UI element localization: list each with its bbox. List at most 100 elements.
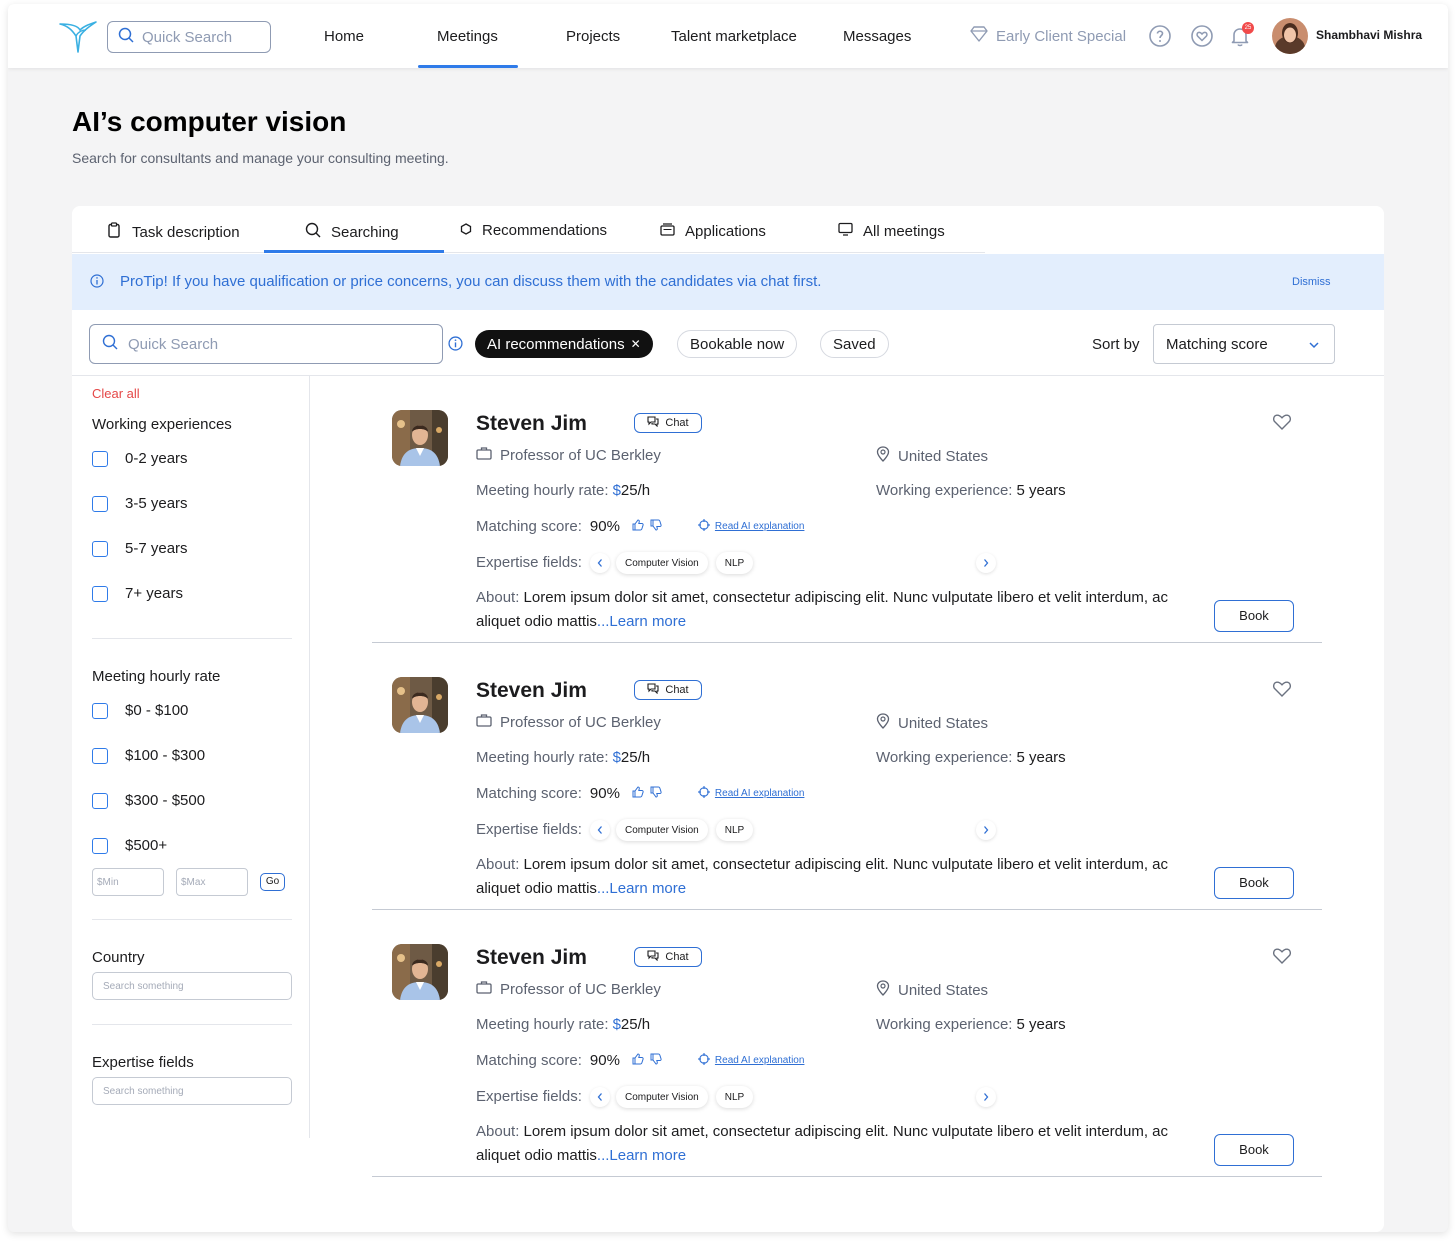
expertise-tag[interactable]: NLP (715, 1086, 754, 1108)
chevron-right-icon[interactable] (976, 820, 996, 840)
country-search-input[interactable]: Search something (92, 972, 292, 1000)
consultant-name[interactable]: Steven Jim (476, 946, 587, 970)
promo-label: Early Client Special (996, 27, 1127, 45)
tab-all-meetings[interactable]: All meetings (838, 222, 945, 240)
checkbox[interactable] (92, 495, 108, 512)
chevron-right-icon[interactable] (976, 553, 996, 573)
read-ai-explanation-link[interactable]: Read AI explanation (715, 788, 805, 799)
checkbox[interactable] (92, 837, 108, 854)
checkbox[interactable] (92, 585, 108, 602)
chat-button[interactable]: Chat (634, 413, 702, 433)
diamond-icon (970, 26, 988, 46)
consultant-photo[interactable] (392, 410, 448, 466)
tab-applications[interactable]: Applications (660, 222, 766, 240)
rate-option[interactable]: $0 - $100 (92, 702, 188, 719)
tab-searching[interactable]: Searching (305, 222, 399, 242)
rate-value: 25/h (620, 749, 651, 766)
thumbs-up-icon[interactable] (632, 785, 644, 802)
rate-label: Meeting hourly rate: (476, 482, 609, 499)
rate-option[interactable]: $100 - $300 (92, 747, 205, 764)
save-heart-icon[interactable] (1272, 413, 1292, 436)
checkbox[interactable] (92, 702, 108, 719)
chat-button[interactable]: Chat (634, 680, 702, 700)
learn-more-link[interactable]: ...Learn more (597, 1147, 686, 1164)
experience-option[interactable]: 0-2 years (92, 450, 188, 467)
about-text: About: Lorem ipsum dolor sit amet, conse… (476, 1120, 1196, 1168)
expertise-tag[interactable]: Computer Vision (616, 1086, 708, 1108)
save-heart-icon[interactable] (1272, 947, 1292, 970)
hummingbird-logo-icon[interactable] (56, 16, 100, 56)
consultant-photo[interactable] (392, 677, 448, 733)
dismiss-link[interactable]: Dismiss (1292, 276, 1331, 288)
nav-messages[interactable]: Messages (843, 28, 911, 45)
thumbs-up-icon[interactable] (632, 1052, 644, 1069)
consultant-card: Steven Jim Chat Professor of UC Berkley … (372, 643, 1322, 910)
monitor-icon (838, 222, 853, 240)
thumbs-down-icon[interactable] (650, 1052, 662, 1069)
chip-bookable-now[interactable]: Bookable now (677, 330, 798, 358)
hourly-rate-row: Meeting hourly rate: $25/h (476, 1016, 650, 1033)
checkbox[interactable] (92, 747, 108, 764)
user-avatar[interactable] (1272, 18, 1308, 54)
expertise-tag[interactable]: NLP (715, 552, 754, 574)
location: United States (898, 447, 989, 465)
nav-meetings[interactable]: Meetings (437, 28, 498, 45)
thumbs-down-icon[interactable] (650, 785, 662, 802)
consultant-name[interactable]: Steven Jim (476, 412, 587, 436)
clear-all-link[interactable]: Clear all (92, 386, 140, 401)
chat-label: Chat (665, 951, 689, 963)
chip-ai-recommendations[interactable]: AI recommendations ✕ (475, 330, 653, 358)
page-title: AI’s computer vision (72, 106, 347, 137)
sort-select[interactable]: Matching score (1153, 324, 1335, 364)
job-title: Professor of UC Berkley (500, 446, 661, 464)
nav-projects[interactable]: Projects (566, 28, 620, 45)
rate-option[interactable]: $300 - $500 (92, 792, 205, 809)
nav-talent-marketplace[interactable]: Talent marketplace (671, 28, 797, 45)
checkbox[interactable] (92, 450, 108, 467)
consultant-name[interactable]: Steven Jim (476, 679, 587, 703)
save-heart-icon[interactable] (1272, 680, 1292, 703)
experience-option[interactable]: 7+ years (92, 585, 183, 602)
option-label: 7+ years (125, 585, 183, 602)
consultant-search-input[interactable]: Quick Search (89, 324, 443, 364)
chevron-right-icon[interactable] (976, 1087, 996, 1107)
tab-recommendations[interactable]: Recommendations (460, 222, 607, 239)
expertise-tag[interactable]: NLP (715, 819, 754, 841)
chevron-left-icon[interactable] (590, 1087, 610, 1107)
expertise-search-input[interactable]: Search something (92, 1077, 292, 1105)
chip-saved[interactable]: Saved (820, 330, 889, 358)
user-name[interactable]: Shambhavi Mishra (1316, 28, 1422, 42)
checkbox[interactable] (92, 540, 108, 557)
go-button[interactable]: Go (260, 873, 285, 891)
expertise-tag[interactable]: Computer Vision (616, 819, 708, 841)
help-icon[interactable] (1148, 24, 1172, 48)
min-rate-input[interactable]: $Min (92, 868, 164, 896)
experience-option[interactable]: 5-7 years (92, 540, 188, 557)
learn-more-link[interactable]: ...Learn more (597, 613, 686, 630)
book-button[interactable]: Book (1214, 1134, 1294, 1166)
book-button[interactable]: Book (1214, 867, 1294, 899)
chevron-left-icon[interactable] (590, 820, 610, 840)
global-search-input[interactable]: Quick Search (107, 21, 271, 53)
checkbox[interactable] (92, 792, 108, 809)
consultant-photo[interactable] (392, 944, 448, 1000)
learn-more-link[interactable]: ...Learn more (597, 880, 686, 897)
search-info-icon[interactable] (448, 336, 463, 356)
chevron-left-icon[interactable] (590, 553, 610, 573)
nav-home[interactable]: Home (324, 28, 364, 45)
hourly-rate-row: Meeting hourly rate: $25/h (476, 749, 650, 766)
experience-option[interactable]: 3-5 years (92, 495, 188, 512)
tab-task-description[interactable]: Task description (106, 222, 240, 242)
book-button[interactable]: Book (1214, 600, 1294, 632)
close-icon[interactable]: ✕ (631, 337, 641, 351)
early-client-special-link[interactable]: Early Client Special (970, 26, 1126, 46)
max-rate-input[interactable]: $Max (176, 868, 248, 896)
read-ai-explanation-link[interactable]: Read AI explanation (715, 1055, 805, 1066)
favorites-heart-icon[interactable] (1190, 24, 1214, 48)
expertise-tag[interactable]: Computer Vision (616, 552, 708, 574)
thumbs-up-icon[interactable] (632, 518, 644, 535)
read-ai-explanation-link[interactable]: Read AI explanation (715, 521, 805, 532)
chat-button[interactable]: Chat (634, 947, 702, 967)
thumbs-down-icon[interactable] (650, 518, 662, 535)
rate-option[interactable]: $500+ (92, 837, 167, 854)
